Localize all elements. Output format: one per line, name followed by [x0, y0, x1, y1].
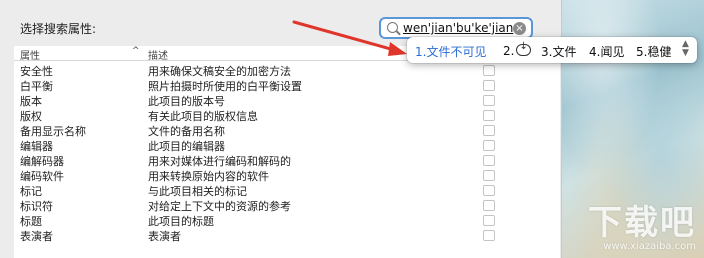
up-down-chevron-icon[interactable]: ▲ ▼ [682, 40, 689, 58]
watermark-logo: 下载吧 [588, 203, 696, 243]
in-menu-checkbox[interactable] [483, 80, 495, 91]
ime-candidate-5[interactable]: 5.稳健 [636, 43, 671, 60]
watermark-url: www.xiazaiba.com [603, 241, 696, 252]
in-menu-checkbox[interactable] [483, 65, 495, 76]
attribute-description: 表演者 [148, 230, 181, 243]
in-menu-checkbox[interactable] [483, 215, 495, 226]
table-row[interactable]: 编辑器 此项目的编辑器 [14, 137, 560, 153]
in-menu-checkbox[interactable] [483, 155, 495, 166]
in-menu-checkbox[interactable] [483, 95, 495, 106]
ime-candidate-4[interactable]: 4.闻见 [589, 43, 624, 60]
table-row[interactable]: 版本 此项目的版本号 [14, 92, 560, 108]
cloud-download-icon [516, 41, 532, 56]
ime-candidate-2[interactable]: 2. [503, 41, 532, 58]
table-row[interactable]: 标题 此项目的标题 [14, 212, 560, 228]
ime-candidate-bar: 1.文件不可见 2. 3.文件 4.闻见 5.稳健 ▲▼ [407, 37, 697, 63]
in-menu-checkbox[interactable] [483, 170, 495, 181]
clear-search-icon[interactable]: × [513, 22, 526, 35]
table-row[interactable]: 版权 有关此项目的版权信息 [14, 107, 560, 123]
table-row[interactable]: 标记 与此项目相关的标记 [14, 182, 560, 198]
attributes-table: 属性 ^ 描述 安全性 用来确保文稿安全的加密方法 白平衡 照片拍摄时所使用的白平衡设… [14, 46, 560, 258]
table-row[interactable]: 备用显示名称 文件的备用名称 [14, 122, 560, 138]
search-input[interactable]: wen'jian'bu'ke'jian [403, 21, 513, 35]
in-menu-checkbox[interactable] [483, 200, 495, 211]
column-header-attribute[interactable]: 属性 [20, 47, 40, 62]
table-row[interactable]: 安全性 用来确保文稿安全的加密方法 [14, 62, 560, 78]
in-menu-checkbox[interactable] [483, 125, 495, 136]
in-menu-checkbox[interactable] [483, 140, 495, 151]
in-menu-checkbox[interactable] [483, 185, 495, 196]
sort-ascending-icon: ^ [132, 46, 140, 56]
ime-candidate-3[interactable]: 3.文件 [541, 43, 576, 60]
in-menu-checkbox[interactable] [483, 230, 495, 241]
table-row[interactable]: 标识符 对给定上下文中的资源的参考 [14, 197, 560, 213]
in-menu-checkbox[interactable] [483, 110, 495, 121]
attribute-name: 表演者 [20, 230, 53, 243]
table-row[interactable]: 表演者 表演者 [14, 227, 560, 243]
table-row[interactable]: 编解码器 用来对媒体进行编码和解码的 [14, 152, 560, 168]
ime-candidate-1[interactable]: 1.文件不可见 [415, 43, 486, 60]
table-row[interactable]: 编码软件 用来转换原始内容的软件 [14, 167, 560, 183]
column-header-description[interactable]: 描述 [148, 47, 168, 62]
watermark: 下载吧 www.xiazaiba.com [588, 205, 696, 252]
annotation-arrow [292, 20, 407, 56]
dialog-title: 选择搜索属性: [20, 22, 97, 36]
table-row[interactable]: 白平衡 照片拍摄时所使用的白平衡设置 [14, 77, 560, 93]
